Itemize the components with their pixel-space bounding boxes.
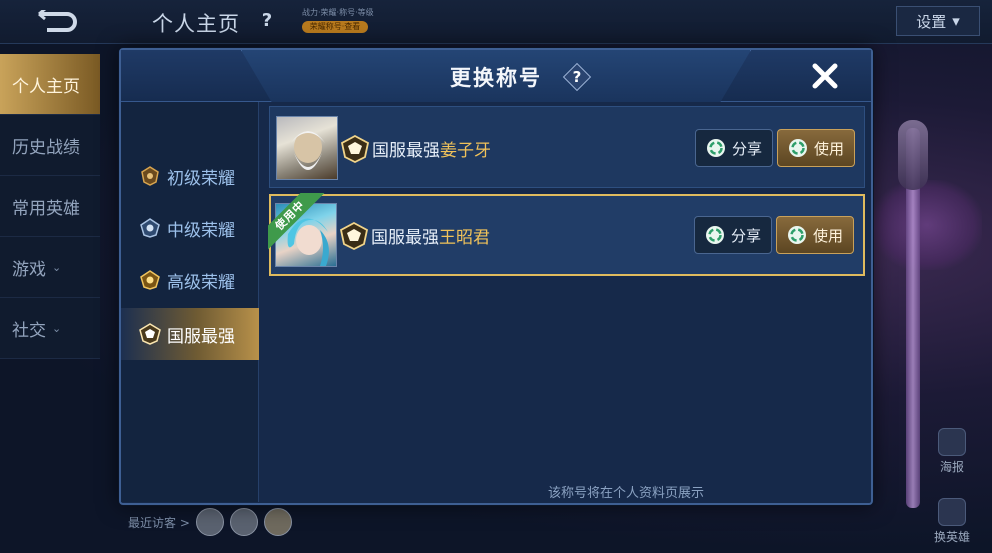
visitor-avatar[interactable] (263, 508, 292, 536)
title-name: 国服最强姜子牙 (372, 136, 491, 161)
help-button[interactable]: ? (564, 64, 590, 90)
bronze-badge-icon (141, 166, 159, 186)
supreme-badge-icon (139, 323, 161, 345)
back-arrow-icon (38, 10, 77, 32)
side-nav-item-heroes[interactable]: 常用英雄 (0, 176, 100, 237)
silver-badge-icon (140, 218, 160, 238)
share-label: 分享 (730, 226, 761, 245)
category-label: 国服最强 (167, 326, 235, 347)
recent-visitors[interactable]: 最近访客 > (128, 508, 292, 536)
side-nav-label: 历史战绩 (12, 137, 80, 158)
help-icon[interactable]: ? (258, 10, 276, 32)
swap-hero-label: 换英雄 (933, 530, 970, 544)
footer-note: 该称号将在个人资料页展示 (547, 486, 704, 501)
use-button[interactable]: 使用 (777, 129, 855, 167)
settings-button[interactable]: 设置 ▾ (896, 6, 980, 36)
category-item-supreme[interactable]: 国服最强 (121, 308, 259, 360)
side-nav: 个人主页 历史战绩 常用英雄 游戏 ⌄ 社交 ⌄ (0, 54, 100, 359)
chevron-down-icon: ⌄ (52, 260, 62, 274)
share-icon (706, 139, 725, 157)
help-icon: ? (572, 68, 582, 86)
jiang-ziya-avatar (276, 116, 338, 180)
supreme-badge-icon (340, 135, 370, 163)
category-label: 高级荣耀 (167, 272, 235, 293)
visitor-avatar[interactable] (229, 508, 258, 536)
profile-badge[interactable]: 战力·荣耀·称号·等级 荣耀称号·查看 (302, 7, 374, 37)
side-nav-item-profile[interactable]: 个人主页 (0, 54, 100, 115)
poster-label: 海报 (939, 460, 964, 474)
in-use-label: 使用中 (268, 193, 325, 250)
category-label: 初级荣耀 (167, 168, 235, 189)
in-use-ribbon: 使用中 (268, 193, 332, 257)
recent-visitors-label: 最近访客 > (128, 515, 190, 530)
title-row-selected[interactable]: 使用中 国服最强王昭君 分享 使用 (268, 193, 865, 276)
share-button[interactable]: 分享 (694, 216, 772, 254)
poster-button[interactable]: 海报 (930, 428, 974, 475)
side-nav-label: 常用英雄 (12, 198, 80, 219)
title-hero-name: 姜子牙 (440, 141, 491, 161)
settings-label: 设置 (916, 12, 947, 31)
category-item-junior[interactable]: 初级荣耀 (121, 150, 259, 202)
close-icon (812, 63, 838, 89)
title-hero-name: 王昭君 (439, 228, 490, 248)
gold-badge-icon (140, 270, 160, 290)
side-nav-item-games[interactable]: 游戏 ⌄ (0, 237, 100, 298)
title-name: 国服最强王昭君 (371, 223, 490, 248)
chevron-down-icon: ⌄ (52, 321, 62, 335)
visitor-avatar[interactable] (195, 508, 224, 536)
side-nav-item-social[interactable]: 社交 ⌄ (0, 298, 100, 359)
side-nav-label: 个人主页 (12, 76, 80, 97)
category-label: 中级荣耀 (167, 220, 235, 241)
use-label: 使用 (812, 226, 843, 245)
swap-hero-button[interactable]: 换英雄 (930, 498, 974, 545)
side-nav-item-history[interactable]: 历史战绩 (0, 115, 100, 176)
dialog-header: 更换称号 ? (121, 50, 871, 102)
hero-costume-decoration (872, 180, 982, 270)
use-icon (787, 226, 806, 244)
side-nav-label: 社交 (12, 320, 46, 341)
share-label: 分享 (731, 139, 762, 158)
side-nav-label: 游戏 (12, 259, 46, 280)
title-category-list: 初级荣耀 中级荣耀 高级荣耀 国服最强 (121, 102, 259, 502)
hero-portrait-icon (291, 131, 325, 170)
title-prefix: 国服最强 (371, 228, 439, 248)
swap-hero-icon (938, 498, 966, 526)
category-item-senior[interactable]: 高级荣耀 (121, 254, 259, 306)
dialog-title: 更换称号 (450, 66, 542, 90)
title-prefix: 国服最强 (372, 141, 440, 161)
use-label: 使用 (813, 139, 844, 158)
category-item-intermediate[interactable]: 中级荣耀 (121, 202, 259, 254)
chevron-down-icon: ▾ (952, 12, 960, 30)
page-title: 个人主页 (152, 12, 240, 36)
badge-pill: 荣耀称号·查看 (302, 21, 368, 33)
hero-staff-head-decoration (898, 120, 928, 190)
close-button[interactable] (807, 58, 843, 94)
top-bar: 个人主页 ? 战力·荣耀·称号·等级 荣耀称号·查看 设置 ▾ (0, 0, 992, 44)
title-row[interactable]: 国服最强姜子牙 分享 使用 (269, 106, 865, 188)
poster-icon (938, 428, 966, 456)
supreme-badge-icon (339, 222, 369, 250)
share-icon (705, 226, 724, 244)
use-button[interactable]: 使用 (776, 216, 854, 254)
change-title-dialog: 更换称号 ? 初级荣耀 中级荣耀 高级荣耀 国服最强 国服最强姜子牙 分享 使用… (119, 48, 873, 505)
badge-caption: 战力·荣耀·称号·等级 (302, 8, 374, 17)
back-button[interactable] (18, 4, 94, 40)
share-button[interactable]: 分享 (695, 129, 773, 167)
use-icon (788, 139, 807, 157)
